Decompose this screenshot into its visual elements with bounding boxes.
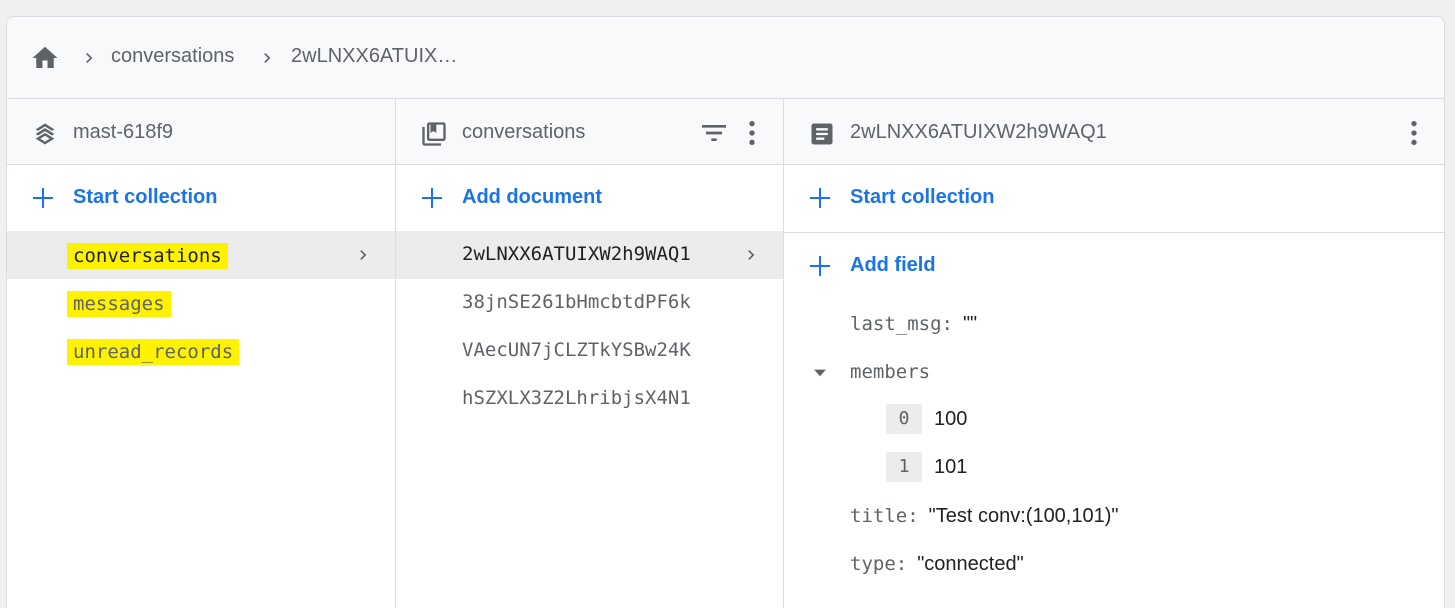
array-index: 0 bbox=[886, 404, 922, 434]
field-value: "connected" bbox=[917, 553, 1024, 575]
collection-panel: conversations Add document 2wLNXX6ATUIXW… bbox=[396, 99, 784, 608]
field-title[interactable]: title: "Test conv:(100,101)" bbox=[850, 505, 1119, 528]
breadcrumb-item-collection[interactable]: conversations bbox=[111, 45, 234, 68]
start-collection-label: Start collection bbox=[73, 186, 218, 208]
add-field-label: Add field bbox=[850, 254, 936, 276]
field-last-msg[interactable]: last_msg: "" bbox=[850, 313, 977, 336]
start-subcollection-button[interactable]: Start collection bbox=[784, 165, 1444, 231]
document-item[interactable]: 2wLNXX6ATUIXW2h9WAQ1 bbox=[396, 231, 783, 279]
collection-item-label: unread_records bbox=[67, 339, 240, 365]
breadcrumb: conversations 2wLNXX6ATUIX… bbox=[7, 17, 1444, 99]
more-vert-icon[interactable] bbox=[1398, 117, 1430, 149]
field-value: "" bbox=[962, 313, 978, 335]
collection-title: conversations bbox=[462, 121, 586, 143]
project-panel-header: mast-618f9 bbox=[7, 99, 395, 165]
plus-icon bbox=[422, 188, 442, 208]
plus-icon bbox=[810, 256, 830, 276]
add-field-button[interactable]: Add field bbox=[784, 233, 1444, 299]
collapse-triangle-icon[interactable] bbox=[810, 363, 830, 383]
breadcrumb-item-document[interactable]: 2wLNXX6ATUIX… bbox=[291, 45, 457, 68]
more-vert-icon[interactable] bbox=[736, 117, 768, 149]
project-title: mast-618f9 bbox=[73, 121, 174, 143]
project-panel: mast-618f9 Start collection conversation… bbox=[7, 99, 396, 608]
document-title: 2wLNXX6ATUIXW2h9WAQ1 bbox=[850, 121, 1107, 143]
add-document-button[interactable]: Add document bbox=[396, 165, 783, 231]
collection-item-label: messages bbox=[67, 291, 171, 317]
filter-icon[interactable] bbox=[698, 117, 730, 149]
document-item[interactable]: hSZXLX3Z2LhribjsX4N1 bbox=[396, 375, 783, 423]
document-item[interactable]: VAecUN7jCLZTkYSBw24K bbox=[396, 327, 783, 375]
field-type[interactable]: type: "connected" bbox=[850, 553, 1024, 576]
plus-icon bbox=[810, 188, 830, 208]
document-id: VAecUN7jCLZTkYSBw24K bbox=[462, 339, 691, 361]
field-key: last_msg: bbox=[850, 313, 953, 335]
field-key: type: bbox=[850, 553, 908, 575]
panel-columns: mast-618f9 Start collection conversation… bbox=[7, 99, 1444, 608]
field-key: title: bbox=[850, 505, 919, 527]
chevron-right-icon bbox=[264, 53, 271, 63]
start-collection-label: Start collection bbox=[850, 186, 995, 208]
plus-icon bbox=[33, 188, 53, 208]
collection-icon bbox=[422, 122, 446, 146]
array-value[interactable]: 100 bbox=[934, 408, 967, 431]
document-id: 2wLNXX6ATUIXW2h9WAQ1 bbox=[462, 243, 691, 265]
collection-item-conversations[interactable]: conversations bbox=[7, 231, 395, 279]
field-key: members bbox=[850, 361, 931, 383]
chevron-right-icon bbox=[748, 250, 755, 260]
document-icon bbox=[811, 123, 833, 145]
chevron-right-icon bbox=[360, 250, 367, 260]
document-id: 38jnSE261bHmcbtdPF6k bbox=[462, 291, 691, 313]
document-id: hSZXLX3Z2LhribjsX4N1 bbox=[462, 387, 691, 409]
array-value[interactable]: 101 bbox=[934, 456, 967, 479]
add-document-label: Add document bbox=[462, 186, 602, 208]
collection-item-label: conversations bbox=[67, 243, 228, 269]
firestore-data-viewer: conversations 2wLNXX6ATUIX… mast-618f9 S… bbox=[6, 16, 1445, 608]
chevron-right-icon bbox=[86, 53, 93, 63]
start-collection-button[interactable]: Start collection bbox=[7, 165, 395, 231]
collection-item-messages[interactable]: messages bbox=[7, 279, 395, 327]
document-panel-header: 2wLNXX6ATUIXW2h9WAQ1 bbox=[784, 99, 1444, 165]
firestore-stack-icon bbox=[35, 123, 55, 145]
collection-item-unread-records[interactable]: unread_records bbox=[7, 327, 395, 375]
array-index: 1 bbox=[886, 452, 922, 482]
collection-panel-header: conversations bbox=[396, 99, 783, 165]
document-panel: 2wLNXX6ATUIXW2h9WAQ1 Start collection Ad… bbox=[784, 99, 1444, 608]
home-icon[interactable] bbox=[29, 43, 61, 73]
document-item[interactable]: 38jnSE261bHmcbtdPF6k bbox=[396, 279, 783, 327]
field-value: "Test conv:(100,101)" bbox=[928, 505, 1119, 527]
field-members[interactable]: members bbox=[850, 361, 930, 384]
